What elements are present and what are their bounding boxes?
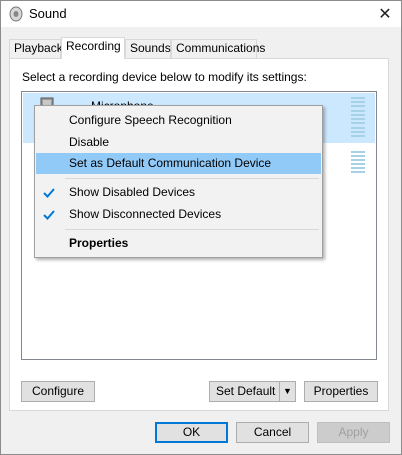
menu-item-properties[interactable]: Properties (36, 233, 321, 254)
ok-button[interactable]: OK (155, 422, 228, 443)
set-default-label: Set Default (216, 384, 276, 398)
checkmark-icon (43, 188, 55, 198)
menu-item-label: Disable (69, 135, 110, 149)
menu-item-label: Show Disconnected Devices (69, 207, 222, 221)
menu-item-show-disconnected[interactable]: Show Disconnected Devices (36, 204, 321, 225)
apply-button[interactable]: Apply (317, 422, 390, 443)
title-bar: Sound ✕ (1, 1, 401, 27)
properties-button[interactable]: Properties (304, 381, 378, 402)
close-button[interactable]: ✕ (369, 1, 401, 27)
level-meter (351, 151, 365, 173)
tab-playback[interactable]: Playback (9, 39, 63, 58)
window-title: Sound (29, 6, 67, 21)
menu-item-set-default-communication[interactable]: Set as Default Communication Device (36, 153, 321, 174)
tab-recording[interactable]: Recording (61, 37, 125, 59)
set-default-button[interactable]: Set Default ▼ (209, 381, 296, 402)
context-menu: Configure Speech Recognition Disable Set… (34, 105, 323, 258)
checkmark-icon (43, 210, 55, 220)
menu-item-label: Configure Speech Recognition (69, 113, 232, 127)
menu-separator (65, 178, 319, 179)
menu-item-configure-speech[interactable]: Configure Speech Recognition (36, 110, 321, 131)
configure-button[interactable]: Configure (21, 381, 95, 402)
menu-item-label: Set as Default Communication Device (69, 156, 272, 170)
sound-dialog: Sound ✕ Playback Recording Sounds Commun… (0, 0, 402, 455)
cancel-button[interactable]: Cancel (236, 422, 309, 443)
menu-item-label: Properties (69, 236, 129, 250)
dropdown-arrow-icon[interactable]: ▼ (279, 382, 295, 401)
level-meter (351, 97, 365, 137)
close-icon: ✕ (378, 6, 392, 23)
menu-item-disable[interactable]: Disable (36, 132, 321, 153)
menu-item-label: Show Disabled Devices (69, 185, 196, 199)
speaker-icon (9, 6, 23, 22)
instruction-text: Select a recording device below to modif… (22, 70, 307, 84)
menu-item-show-disabled[interactable]: Show Disabled Devices (36, 182, 321, 203)
menu-separator (65, 229, 319, 230)
tab-communications[interactable]: Communications (171, 39, 265, 58)
tab-sounds[interactable]: Sounds (125, 39, 171, 58)
